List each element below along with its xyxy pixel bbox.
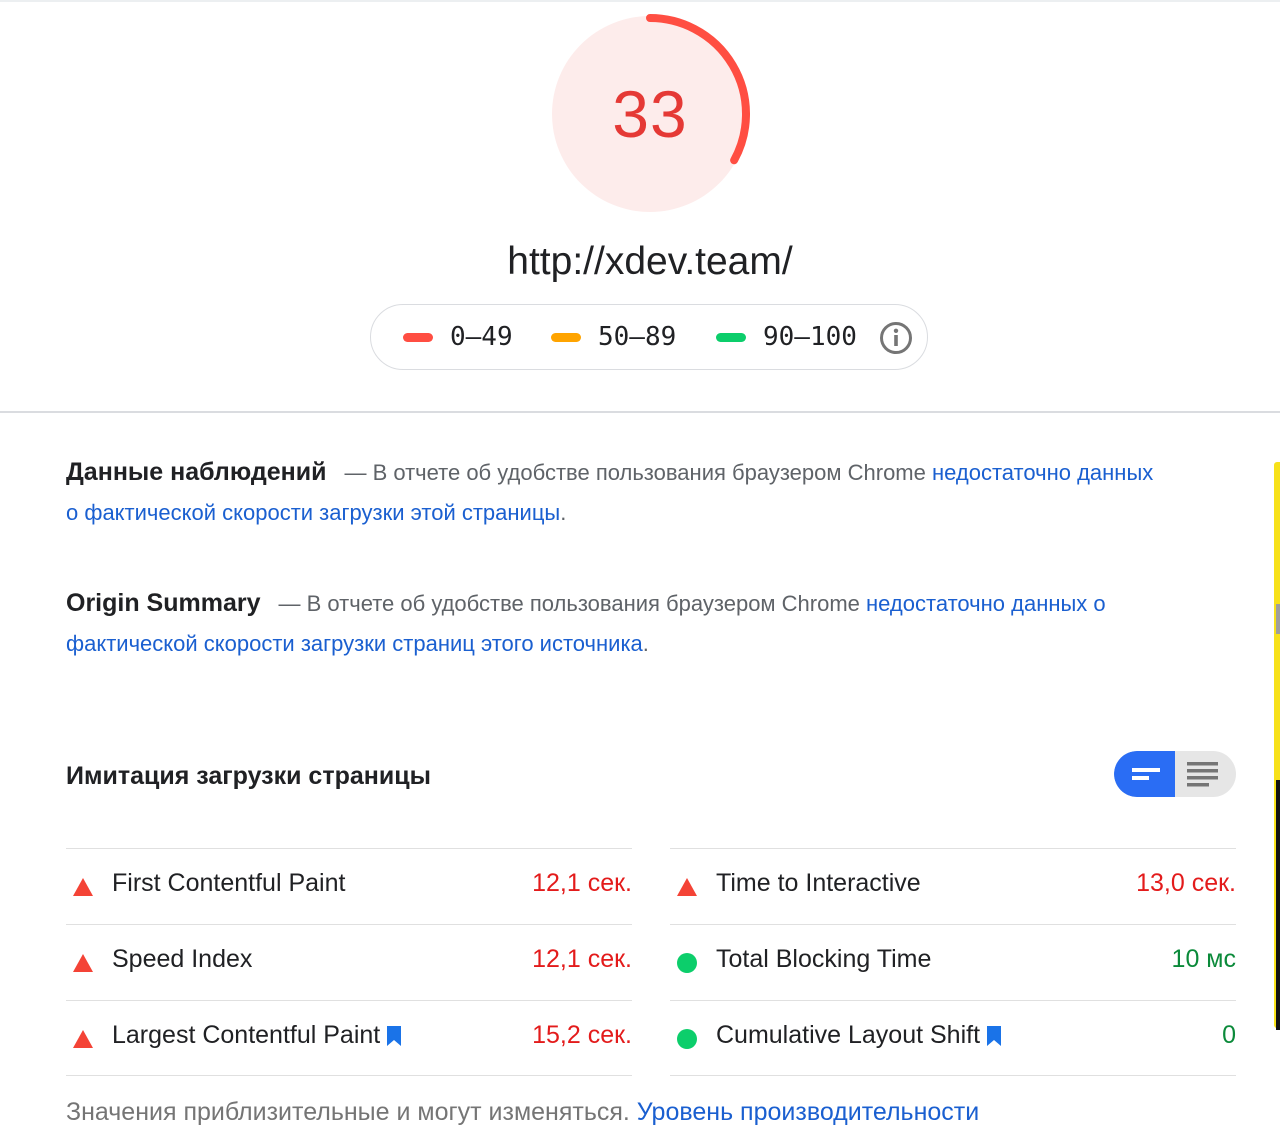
metric-row: Time to Interactive 13,0 сек. [670,848,1236,924]
legend-item-average: 50–89 [551,305,676,369]
metric-name: Cumulative Layout Shift [716,1021,1002,1050]
field-data-heading: Данные наблюдений [66,458,327,486]
footnote-text: Значения приблизительные и могут изменят… [66,1098,637,1126]
footnote-link[interactable]: Уровень производительности [637,1098,979,1126]
metric-row: First Contentful Paint 12,1 сек. [66,848,632,924]
metric-label: Time to Interactive [716,869,921,897]
legend-swatch-red [403,332,433,342]
metric-value: 0 [1222,1021,1236,1049]
fail-triangle-icon [677,878,697,896]
list-view-icon[interactable] [1175,751,1236,797]
metric-value: 10 мс [1171,945,1236,973]
metric-value: 12,1 сек. [532,869,632,897]
fail-triangle-icon [73,1030,93,1048]
metric-row: Speed Index 12,1 сек. [66,924,632,1000]
divider [0,411,1280,413]
metric-name: Speed Index [112,945,252,974]
score-value: 33 [612,77,688,151]
metric-label: Cumulative Layout Shift [716,1021,981,1049]
field-data-text: — В отчете об удобстве пользования брауз… [344,460,932,485]
metric-value: 13,0 сек. [1136,869,1236,897]
side-strip-mark [1276,604,1280,634]
metric-row: Cumulative Layout Shift 0 [670,1000,1236,1076]
metric-label: First Contentful Paint [112,869,346,897]
metric-name: First Contentful Paint [112,869,345,898]
footnote: Значения приблизительные и могут изменят… [66,1098,979,1127]
field-data-section: Данные наблюдений — В отчете об удобстве … [66,452,1156,533]
legend-item-fail: 0–49 [403,305,513,369]
compact-view-button[interactable] [1114,751,1175,797]
legend-label: 0–49 [450,322,513,352]
score-legend: 0–49 50–89 90–100 [370,304,928,370]
legend-label: 90–100 [763,322,857,352]
metric-name: Total Blocking Time [716,945,931,974]
metric-value: 15,2 сек. [532,1021,632,1049]
legend-item-pass: 90–100 [716,305,857,369]
metrics-left-column: First Contentful Paint 12,1 сек. Speed Ind… [66,848,632,1076]
fail-triangle-icon [73,878,93,896]
bookmark-icon[interactable] [386,1025,402,1047]
metric-value: 12,1 сек. [532,945,632,973]
view-toggle[interactable] [1114,751,1236,797]
metric-row: Largest Contentful Paint 15,2 сек. [66,1000,632,1076]
origin-summary-text: — В отчете об удобстве пользования брауз… [278,591,867,616]
origin-summary-tail: . [642,631,649,656]
compact-view-icon [1132,768,1160,780]
legend-swatch-orange [551,332,581,342]
metric-label: Largest Contentful Paint [112,1021,381,1049]
side-strip-dark [1276,780,1280,1030]
page-url: http://xdev.team/ [507,240,793,283]
metric-label: Total Blocking Time [716,945,932,973]
metric-row: Total Blocking Time 10 мс [670,924,1236,1000]
legend-swatch-green [716,332,746,342]
origin-summary-section: Origin Summary — В отчете об удобстве пол… [66,583,1156,664]
performance-score-gauge: 33 [550,14,750,214]
metric-label: Speed Index [112,945,253,973]
metric-name: Time to Interactive [716,869,921,898]
origin-summary-heading: Origin Summary [66,589,261,617]
info-icon[interactable] [879,321,913,355]
legend-label: 50–89 [598,322,677,352]
pass-circle-icon [677,1029,697,1049]
lab-data-title: Имитация загрузки страницы [66,762,431,790]
bookmark-icon[interactable] [986,1025,1002,1047]
metrics-right-column: Time to Interactive 13,0 сек. Total Blocki… [670,848,1236,1076]
top-edge [0,0,1280,2]
field-data-tail: . [560,500,567,525]
pass-circle-icon [677,953,697,973]
fail-triangle-icon [73,954,93,972]
metric-name: Largest Contentful Paint [112,1021,402,1050]
